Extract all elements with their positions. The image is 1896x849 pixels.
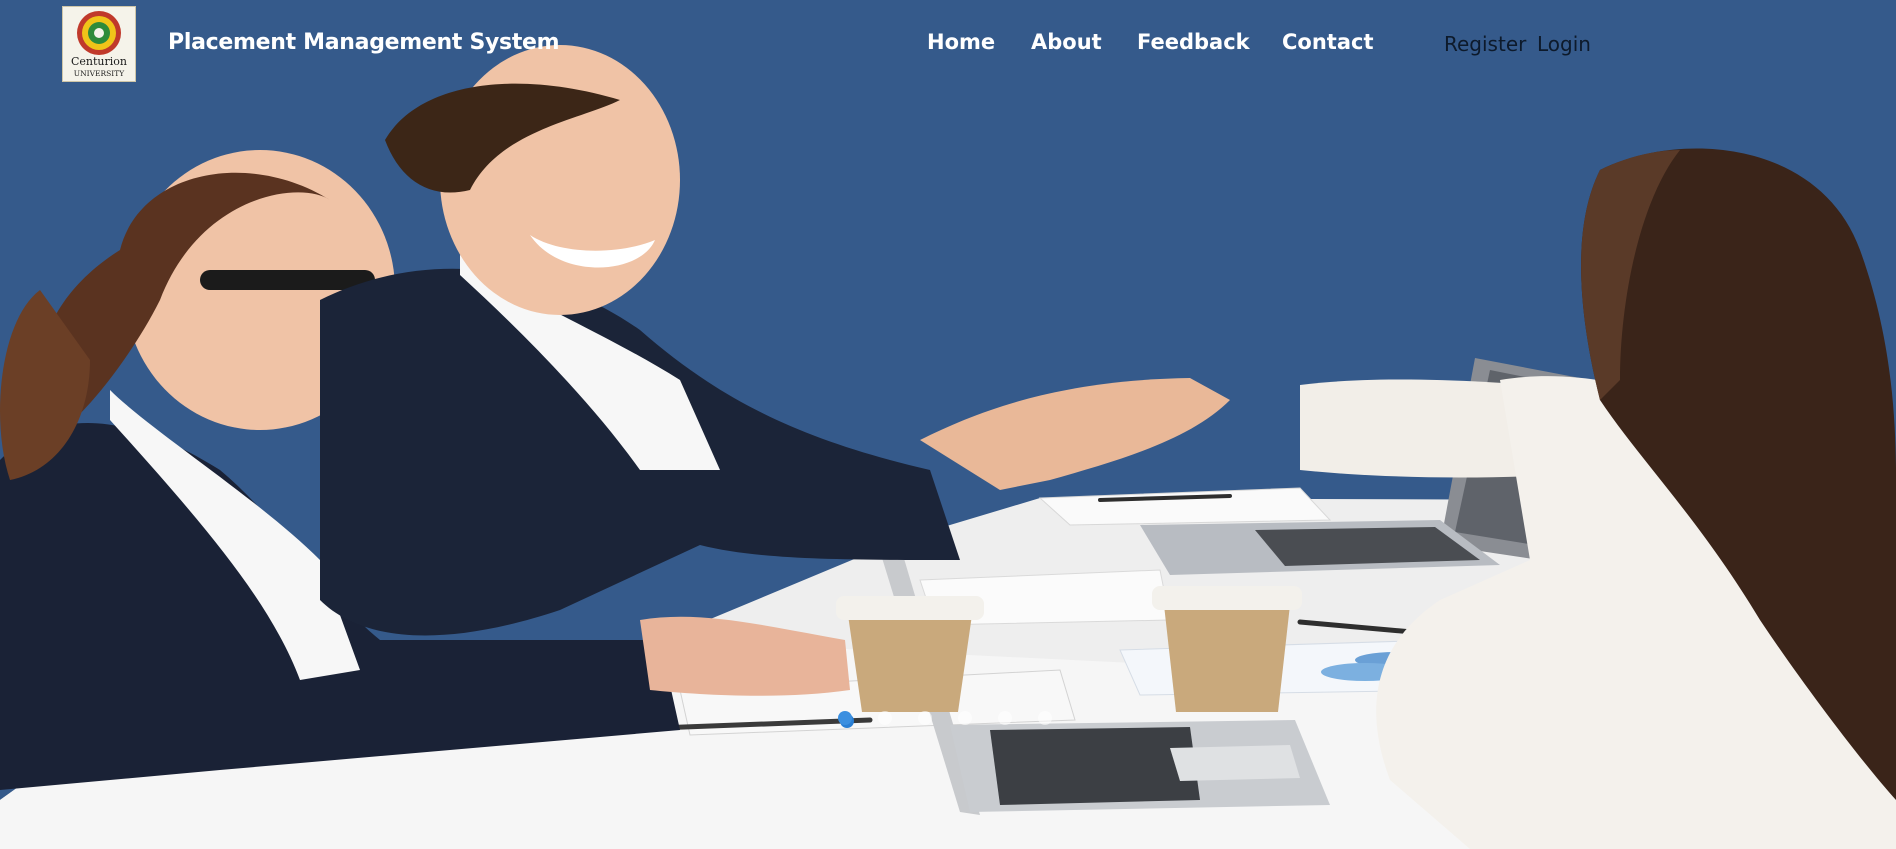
nav-contact-link[interactable]: Contact (1282, 30, 1374, 54)
carousel-dot-5[interactable] (998, 711, 1012, 725)
brand-title[interactable]: Placement Management System (168, 30, 560, 55)
logo-line2: UNIVERSITY (74, 69, 125, 78)
carousel-dot-4[interactable] (958, 711, 972, 725)
carousel-dot-2[interactable] (878, 711, 892, 725)
logo-line1: Centurion (71, 55, 127, 68)
carousel-dot-1[interactable] (838, 711, 852, 725)
login-link[interactable]: Login (1537, 32, 1591, 56)
carousel-dot-3[interactable] (918, 711, 932, 725)
carousel-dot-6[interactable] (1038, 711, 1052, 725)
nav-about-link[interactable]: About (1031, 30, 1102, 54)
top-navbar: Centurion UNIVERSITY Placement Managemen… (0, 0, 1896, 88)
carousel-indicators (838, 711, 1058, 727)
university-logo[interactable]: Centurion UNIVERSITY (62, 6, 136, 82)
nav-home-link[interactable]: Home (927, 30, 995, 54)
register-link[interactable]: Register (1444, 32, 1526, 56)
page: Centurion UNIVERSITY Placement Managemen… (0, 0, 1896, 849)
logo-emblem-icon: Centurion UNIVERSITY (71, 11, 127, 78)
nav-feedback-link[interactable]: Feedback (1137, 30, 1250, 54)
